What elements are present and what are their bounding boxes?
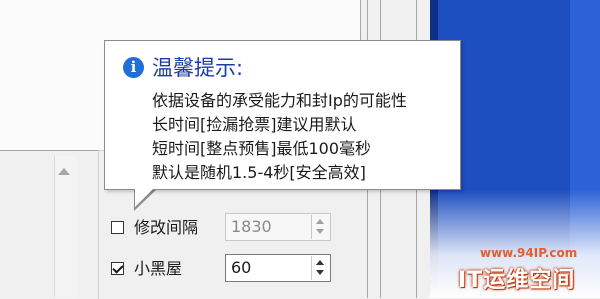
tooltip-line: 长时间[捡漏抢票]建议用默认 [152, 115, 357, 134]
scroll-up-arrow-icon[interactable] [58, 168, 70, 175]
blackroom-checkbox[interactable] [111, 262, 124, 275]
modify-interval-label: 修改间隔 [134, 218, 199, 237]
tooltip-tail [135, 188, 154, 207]
tooltip-line: 短时间[整点预售]最低100毫秒 [152, 139, 372, 158]
stepper-buttons [311, 215, 329, 239]
list-scrollbar[interactable] [54, 156, 77, 298]
tooltip-line: 依据设备的承受能力和封Ip的可能性 [152, 91, 407, 110]
stepper-down-icon[interactable] [316, 270, 324, 275]
modify-interval-stepper[interactable]: 1830 [225, 213, 331, 241]
modify-interval-checkbox[interactable] [111, 221, 124, 234]
stepper-up-icon[interactable] [316, 260, 324, 265]
check-icon [112, 262, 124, 274]
blackroom-label: 小黑屋 [134, 259, 183, 278]
stepper-up-icon[interactable] [316, 219, 324, 224]
info-icon: i [123, 57, 144, 78]
stepper-down-icon[interactable] [316, 229, 324, 234]
tooltip-line: 默认是随机1.5-4秒[安全高效] [152, 163, 366, 182]
stepper-buttons [311, 256, 329, 280]
blackroom-value: 60 [231, 258, 252, 277]
modify-interval-value: 1830 [231, 217, 272, 236]
watermark-logo: IT运维空间 [458, 268, 576, 293]
blackroom-stepper[interactable]: 60 [225, 254, 331, 282]
tooltip-title: 温馨提示: [152, 56, 244, 80]
watermark-url: www.94IP.com [480, 246, 578, 260]
